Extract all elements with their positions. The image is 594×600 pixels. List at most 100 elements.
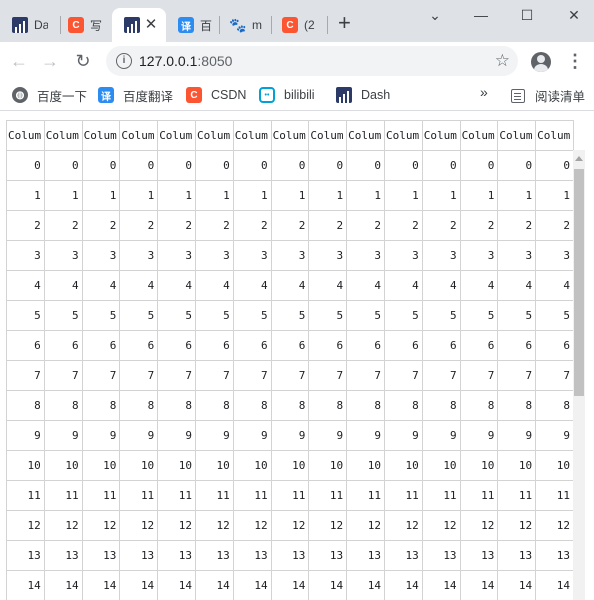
table-cell[interactable]: 0: [346, 150, 385, 181]
table-cell[interactable]: 13: [6, 540, 45, 571]
table-cell[interactable]: 13: [232, 540, 272, 571]
table-cell[interactable]: 12: [459, 510, 499, 541]
table-cell[interactable]: 12: [497, 510, 537, 541]
table-cell[interactable]: 10: [535, 450, 574, 481]
table-cell[interactable]: 5: [459, 300, 499, 331]
back-button[interactable]: ←: [8, 50, 30, 72]
forward-button[interactable]: →: [39, 50, 61, 72]
table-cell[interactable]: 1: [346, 180, 385, 211]
table-cell[interactable]: 1: [535, 180, 574, 211]
table-cell[interactable]: 1: [232, 180, 272, 211]
table-cell[interactable]: 10: [157, 450, 196, 481]
table-cell[interactable]: 5: [308, 300, 348, 331]
scrollbar-thumb[interactable]: [574, 169, 584, 396]
column-header[interactable]: Colum: [157, 120, 196, 151]
table-cell[interactable]: 6: [308, 330, 348, 361]
table-cell[interactable]: 1: [270, 180, 310, 211]
table-cell[interactable]: 0: [421, 150, 461, 181]
table-cell[interactable]: 1: [157, 180, 196, 211]
table-cell[interactable]: 14: [346, 570, 385, 600]
table-cell[interactable]: 9: [194, 420, 234, 451]
table-cell[interactable]: 11: [308, 480, 348, 511]
table-cell[interactable]: 0: [308, 150, 348, 181]
table-cell[interactable]: 14: [459, 570, 499, 600]
table-cell[interactable]: 1: [81, 180, 121, 211]
table-cell[interactable]: 13: [43, 540, 83, 571]
bookmark-star-icon[interactable]: ☆: [495, 51, 510, 71]
table-cell[interactable]: 3: [194, 240, 234, 271]
table-cell[interactable]: 2: [346, 210, 385, 241]
table-cell[interactable]: 6: [119, 330, 159, 361]
table-cell[interactable]: 13: [346, 540, 385, 571]
table-cell[interactable]: 12: [346, 510, 385, 541]
table-cell[interactable]: 3: [383, 240, 423, 271]
table-cell[interactable]: 6: [232, 330, 272, 361]
column-header[interactable]: Colum: [459, 120, 499, 151]
table-cell[interactable]: 2: [43, 210, 83, 241]
table-cell[interactable]: 0: [157, 150, 196, 181]
column-header[interactable]: Colum: [421, 120, 461, 151]
table-cell[interactable]: 7: [421, 360, 461, 391]
table-cell[interactable]: 2: [81, 210, 121, 241]
table-cell[interactable]: 7: [535, 360, 574, 391]
table-cell[interactable]: 4: [535, 270, 574, 301]
table-cell[interactable]: 8: [270, 390, 310, 421]
reload-button[interactable]: ↻: [72, 50, 94, 72]
table-cell[interactable]: 11: [459, 480, 499, 511]
table-cell[interactable]: 7: [270, 360, 310, 391]
table-cell[interactable]: 4: [81, 270, 121, 301]
table-cell[interactable]: 7: [6, 360, 45, 391]
table-cell[interactable]: 9: [157, 420, 196, 451]
table-cell[interactable]: 7: [308, 360, 348, 391]
table-cell[interactable]: 13: [81, 540, 121, 571]
table-cell[interactable]: 11: [81, 480, 121, 511]
column-header[interactable]: Colum: [81, 120, 121, 151]
table-cell[interactable]: 2: [383, 210, 423, 241]
table-cell[interactable]: 8: [421, 390, 461, 421]
site-info-icon[interactable]: i: [116, 53, 132, 69]
table-cell[interactable]: 13: [194, 540, 234, 571]
tab-4[interactable]: 译 百: [166, 8, 218, 42]
table-cell[interactable]: 9: [383, 420, 423, 451]
table-cell[interactable]: 8: [383, 390, 423, 421]
table-cell[interactable]: 1: [43, 180, 83, 211]
table-cell[interactable]: 6: [421, 330, 461, 361]
table-cell[interactable]: 0: [81, 150, 121, 181]
table-cell[interactable]: 6: [346, 330, 385, 361]
table-cell[interactable]: 14: [43, 570, 83, 600]
table-cell[interactable]: 0: [232, 150, 272, 181]
table-cell[interactable]: 9: [421, 420, 461, 451]
table-cell[interactable]: 1: [497, 180, 537, 211]
table-cell[interactable]: 14: [308, 570, 348, 600]
table-cell[interactable]: 13: [421, 540, 461, 571]
table-cell[interactable]: 6: [6, 330, 45, 361]
bookmark-bilibili[interactable]: •• bilibili: [259, 86, 315, 104]
table-cell[interactable]: 10: [194, 450, 234, 481]
table-cell[interactable]: 14: [535, 570, 574, 600]
table-cell[interactable]: 8: [119, 390, 159, 421]
table-cell[interactable]: 2: [308, 210, 348, 241]
table-cell[interactable]: 5: [43, 300, 83, 331]
table-cell[interactable]: 11: [346, 480, 385, 511]
column-header[interactable]: Colum: [383, 120, 423, 151]
table-cell[interactable]: 14: [232, 570, 272, 600]
table-cell[interactable]: 10: [497, 450, 537, 481]
table-cell[interactable]: 3: [81, 240, 121, 271]
column-header[interactable]: Colum: [232, 120, 272, 151]
table-cell[interactable]: 2: [157, 210, 196, 241]
table-cell[interactable]: 7: [194, 360, 234, 391]
minimize-button[interactable]: —: [470, 4, 492, 26]
table-cell[interactable]: 11: [270, 480, 310, 511]
table-cell[interactable]: 12: [6, 510, 45, 541]
table-cell[interactable]: 3: [308, 240, 348, 271]
table-cell[interactable]: 6: [81, 330, 121, 361]
table-cell[interactable]: 12: [232, 510, 272, 541]
table-cell[interactable]: 8: [43, 390, 83, 421]
table-cell[interactable]: 3: [497, 240, 537, 271]
table-cell[interactable]: 14: [497, 570, 537, 600]
table-cell[interactable]: 11: [383, 480, 423, 511]
table-cell[interactable]: 7: [81, 360, 121, 391]
table-cell[interactable]: 0: [119, 150, 159, 181]
table-cell[interactable]: 14: [194, 570, 234, 600]
table-cell[interactable]: 3: [270, 240, 310, 271]
